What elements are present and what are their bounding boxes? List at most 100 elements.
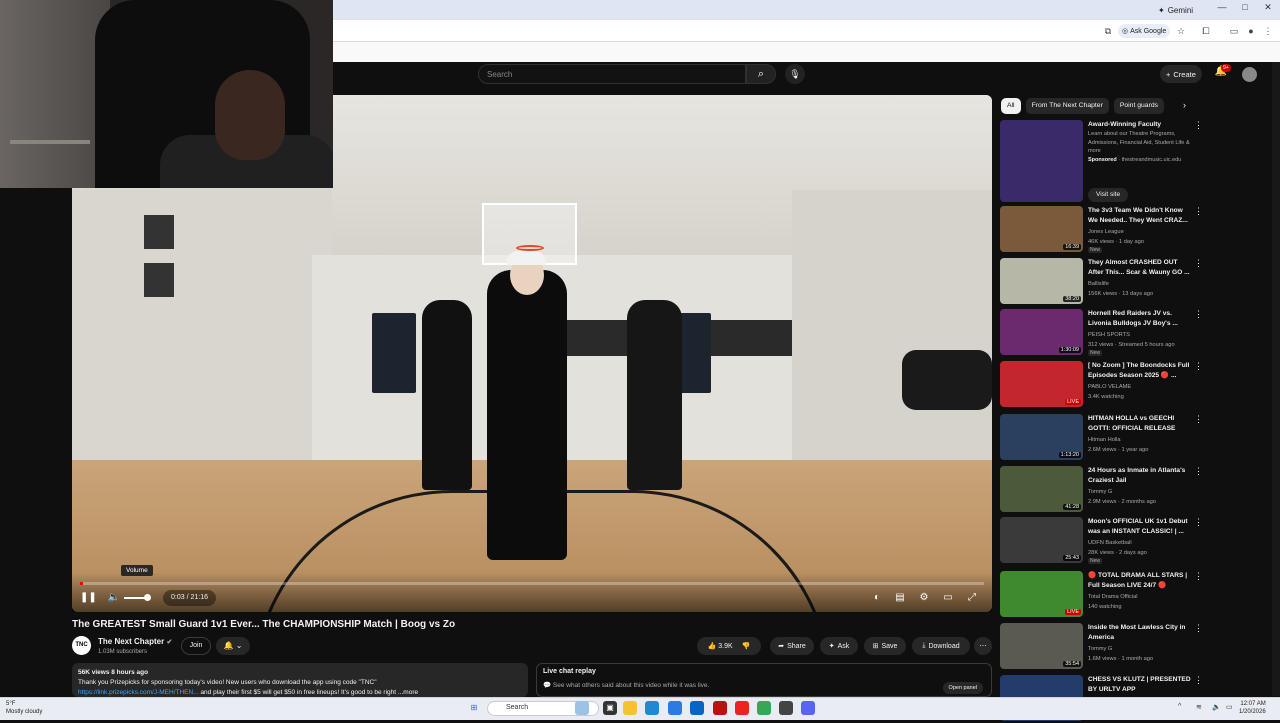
recommendation-card[interactable]: LIVE 🔴 TOTAL DRAMA ALL STARS | Full Seaso… [1000,571,1210,619]
app-icon[interactable] [713,701,727,715]
more-vert-icon[interactable]: ⋮ [1194,623,1203,634]
recommendation-title[interactable]: CHESS VS KLUTZ | PRESENTED BY URLTV APP [1088,675,1192,694]
recommendation-channel[interactable]: Tommy G [1088,644,1192,654]
chevron-right-icon[interactable]: › [1183,100,1186,110]
pause-button[interactable]: ❚❚ [80,590,97,606]
edge-icon[interactable] [645,701,659,715]
recommendation-card[interactable]: LIVE [ No Zoom ] The Boondocks Full Episo… [1000,361,1210,409]
tray-chevron-icon[interactable]: ^ [1178,703,1181,710]
recommendation-title[interactable]: [ No Zoom ] The Boondocks Full Episodes … [1088,361,1192,380]
close-window-button[interactable]: ✕ [1256,2,1280,13]
video-thumbnail[interactable]: LIVE [1000,361,1083,407]
ask-google-button[interactable]: ◎ Ask Google [1118,24,1171,38]
recommendation-channel[interactable]: PEISH SPORTS [1088,330,1192,340]
discord-icon[interactable] [801,701,815,715]
cast-icon[interactable]: ▭ [1228,25,1240,37]
more-vert-icon[interactable]: ⋮ [1194,414,1203,425]
recommendation-title[interactable]: HITMAN HOLLA vs GEECHI GOTTI: OFFICIAL R… [1088,414,1192,433]
more-vert-icon[interactable]: ⋮ [1194,361,1203,372]
account-avatar[interactable] [1242,67,1257,82]
more-vert-icon[interactable]: ⋮ [1194,571,1203,582]
battery-icon[interactable]: ▭ [1226,703,1233,711]
ad-thumbnail[interactable] [1000,120,1083,202]
scrollbar[interactable] [1272,62,1280,696]
chip-point-guards[interactable]: Point guards [1113,98,1165,114]
chip-from-channel[interactable]: From The Next Chapter [1025,98,1109,114]
task-view-icon[interactable]: ▣ [603,701,617,715]
recommendation-channel[interactable]: Total Drama Official [1088,592,1192,602]
settings-button[interactable]: ⚙ [916,590,932,606]
autoplay-toggle[interactable]: ◐ [868,590,886,606]
file-explorer-icon[interactable] [623,701,637,715]
bookmark-star-icon[interactable]: ☆ [1175,25,1187,37]
mute-button[interactable]: 🔈 [106,590,122,606]
more-vert-icon[interactable]: ⋮ [1194,206,1203,217]
video-thumbnail[interactable]: 16:39 [1000,206,1083,252]
video-thumbnail[interactable]: 1:13:20 [1000,414,1083,460]
terminal-icon[interactable] [779,701,793,715]
save-button[interactable]: ⊞ Save [864,637,906,655]
video-thumbnail[interactable]: 35:54 [1000,623,1083,669]
video-thumbnail[interactable]: 25:43 [1000,517,1083,563]
video-thumbnail[interactable]: 41:28 [1000,466,1083,512]
channel-avatar[interactable]: TNC [72,636,91,655]
video-thumbnail[interactable]: 1:30:09 [1000,309,1083,355]
share-button[interactable]: ➦ Share [770,637,814,655]
outlook-icon[interactable] [690,701,704,715]
more-vert-icon[interactable]: ⋮ [1194,258,1203,269]
progress-bar[interactable] [80,582,984,585]
recommendation-channel[interactable]: Ballislife [1088,279,1192,289]
dislike-button[interactable]: 👎 [742,642,751,650]
install-icon[interactable]: ⧉ [1102,25,1114,37]
video-thumbnail[interactable]: 38:20 [1000,258,1083,304]
more-vert-icon[interactable]: ⋮ [1194,466,1203,477]
profile-icon[interactable]: ● [1245,25,1257,37]
recommendation-card[interactable]: 38:20 They Almost CRASHED OUT After This.… [1000,258,1210,306]
youtube-music-icon[interactable] [735,701,749,715]
recommendation-channel[interactable]: PABLO VELAME [1088,382,1192,392]
maximize-button[interactable]: □ [1233,2,1257,12]
channel-name[interactable]: The Next Chapter ✔ [98,637,172,646]
taskbar-clock[interactable]: 12:07 AM 1/20/2026 [1239,700,1266,716]
widgets-icon[interactable] [575,701,589,715]
more-vert-icon[interactable]: ⋮ [1194,675,1203,686]
recommendation-card[interactable]: 16:39 The 3v3 Team We Didn't Know We Need… [1000,206,1210,254]
subscribed-bell-button[interactable]: 🔔 ⌄ [216,637,250,655]
recommendation-title[interactable]: 24 Hours as Inmate in Atlanta's Craziest… [1088,466,1192,485]
recommendation-card[interactable]: 41:28 24 Hours as Inmate in Atlanta's Cra… [1000,466,1210,514]
like-button[interactable]: 👍 3.9K [708,642,733,650]
recommendation-title[interactable]: The 3v3 Team We Didn't Know We Needed.. … [1088,206,1192,225]
recommendation-title[interactable]: Moon's OFFICIAL UK 1v1 Debut was an INST… [1088,517,1192,536]
create-button[interactable]: + Create [1160,65,1202,83]
more-vert-icon[interactable]: ⋮ [1194,517,1203,528]
visit-site-button[interactable]: Visit site [1088,188,1129,202]
speaker-icon[interactable]: 🔈 [1212,703,1221,711]
weather-widget[interactable]: 5°F Mostly cloudy [6,700,42,716]
store-icon[interactable] [668,701,682,715]
description-link[interactable]: https://link.prizepicks.com/J-MEH/THEN..… [78,689,199,696]
minimize-button[interactable]: — [1210,2,1234,12]
more-vert-icon[interactable]: ⋮ [1194,120,1203,131]
chrome-icon[interactable] [757,701,771,715]
recommendation-channel[interactable]: UDFN Basketball [1088,538,1192,548]
recommendation-title[interactable]: Hornell Red Raiders JV vs. Livonia Bulld… [1088,309,1192,328]
ad-card[interactable]: Award-Winning Faculty Learn about our Th… [1000,120,1210,202]
gemini-button[interactable]: ✦ Gemini [1158,3,1193,17]
recommendation-card[interactable]: 1:13:20 HITMAN HOLLA vs GEECHI GOTTI: OFF… [1000,414,1210,462]
windows-start-icon[interactable]: ⊞ [467,701,481,715]
search-input[interactable]: Search [478,64,746,84]
recommendation-channel[interactable]: Tommy G [1088,487,1192,497]
more-vert-icon[interactable]: ⋮ [1194,309,1203,320]
recommendation-title[interactable]: 🔴 TOTAL DRAMA ALL STARS | Full Season LI… [1088,571,1192,590]
recommendation-title[interactable]: They Almost CRASHED OUT After This... Sc… [1088,258,1192,277]
more-actions-button[interactable]: ⋯ [974,637,992,655]
voice-search-button[interactable]: 🎙 [785,64,805,84]
search-button[interactable]: ⌕ [746,64,776,84]
captions-button[interactable]: ▤ [892,590,908,606]
open-panel-button[interactable]: Open panel [942,682,983,694]
menu-icon[interactable]: ⋮ [1262,25,1274,37]
join-button[interactable]: Join [181,637,211,655]
volume-knob[interactable] [144,594,151,601]
fullscreen-button[interactable]: ⤢ [964,590,980,606]
recommendation-channel[interactable]: Hitman Holla [1088,435,1192,445]
